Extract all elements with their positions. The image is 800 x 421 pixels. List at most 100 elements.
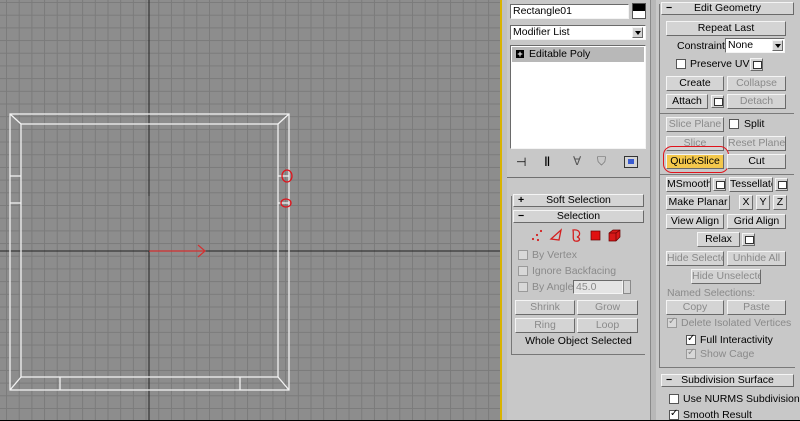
planar-y-button[interactable]: Y — [756, 195, 770, 210]
constraints-arrow-icon[interactable] — [772, 40, 783, 51]
by-angle-label: By Angle: — [532, 281, 577, 293]
subdivision-surface-rollout[interactable]: − Subdivision Surface — [661, 374, 794, 387]
soft-selection-rollout[interactable]: + Soft Selection — [513, 194, 644, 207]
attach-button[interactable]: Attach — [666, 94, 708, 109]
configure-modifier-sets-icon[interactable] — [624, 156, 638, 168]
viewport-canvas — [0, 0, 500, 420]
view-align-button[interactable]: View Align — [666, 214, 724, 229]
smooth-result-label: Smooth Result — [683, 409, 752, 421]
create-button[interactable]: Create — [666, 76, 724, 91]
show-cage-label: Show Cage — [700, 348, 755, 360]
divider — [660, 113, 794, 114]
full-interactivity-checkbox[interactable] — [686, 333, 696, 345]
viewport-top[interactable] — [0, 0, 500, 420]
divider — [660, 174, 794, 175]
relax-button[interactable]: Relax — [697, 232, 740, 247]
pin-stack-icon[interactable]: ⊣ — [516, 155, 526, 169]
by-vertex-checkbox[interactable] — [518, 250, 528, 260]
constraints-value: None — [728, 39, 754, 51]
edit-geometry-panel: − Edit Geometry Repeat Last Constraints:… — [656, 0, 800, 421]
repeat-last-button[interactable]: Repeat Last — [666, 21, 786, 36]
selection-status-text: Whole Object Selected — [525, 335, 632, 347]
make-planar-button[interactable]: Make Planar — [666, 195, 730, 210]
relax-settings-icon[interactable] — [742, 233, 755, 246]
grid-align-button[interactable]: Grid Align — [727, 214, 786, 229]
tessellate-button[interactable]: Tessellate — [729, 177, 773, 192]
rollout-collapse-icon: − — [666, 374, 673, 386]
split-checkbox[interactable] — [729, 119, 739, 129]
preserve-uvs-settings-icon[interactable] — [750, 58, 763, 71]
attach-list-icon[interactable] — [711, 95, 724, 108]
stack-item-label: Editable Poly — [529, 48, 591, 60]
named-selections-label: Named Selections: — [667, 287, 756, 299]
border-mode-icon[interactable] — [572, 229, 581, 242]
collapse-button[interactable]: Collapse — [727, 76, 786, 91]
rollout-collapse-icon: − — [518, 210, 525, 222]
rollout-collapse-icon: − — [666, 2, 673, 14]
full-interactivity-label: Full Interactivity — [700, 334, 773, 346]
slice-plane-button[interactable]: Slice Plane — [666, 117, 724, 132]
polygon-mode-icon[interactable] — [590, 230, 601, 241]
rollout-title: Selection — [556, 210, 601, 222]
delete-isolated-label: Delete Isolated Vertices — [681, 317, 792, 329]
hide-unselected-button[interactable]: Hide Unselected — [691, 269, 761, 284]
reset-plane-button[interactable]: Reset Plane — [727, 136, 786, 151]
rollout-frame-bottom — [659, 367, 795, 368]
modify-panel: Rectangle01 Modifier List + Editable Pol… — [507, 0, 650, 420]
loop-button[interactable]: Loop — [577, 318, 638, 333]
modifier-stack[interactable]: + Editable Poly — [510, 45, 646, 149]
stack-item-editable-poly[interactable]: + Editable Poly — [512, 47, 644, 62]
by-angle-spinner-arrows-icon[interactable] — [623, 280, 631, 294]
element-mode-icon[interactable] — [608, 229, 621, 242]
show-end-result-icon[interactable]: Ⅱ — [544, 154, 550, 170]
msmooth-settings-icon[interactable] — [713, 178, 726, 191]
viewport-divider — [500, 0, 507, 420]
selection-rollout[interactable]: − Selection — [513, 210, 644, 223]
vertex-mode-icon[interactable] — [531, 229, 543, 242]
object-color-swatch[interactable] — [632, 3, 646, 19]
divider — [507, 177, 650, 178]
msmooth-button[interactable]: MSmooth — [666, 177, 711, 192]
edit-geometry-rollout[interactable]: − Edit Geometry — [661, 2, 794, 15]
object-name-field[interactable]: Rectangle01 — [510, 4, 629, 19]
split-label: Split — [744, 118, 765, 130]
copy-button[interactable]: Copy — [666, 300, 724, 315]
by-vertex-label: By Vertex — [532, 249, 577, 261]
remove-modifier-icon[interactable]: ⛉ — [597, 154, 606, 169]
rollout-frame-bottom — [511, 354, 645, 355]
cut-button[interactable]: Cut — [727, 154, 786, 169]
paste-button[interactable]: Paste — [727, 300, 786, 315]
tessellate-settings-icon[interactable] — [775, 178, 788, 191]
planar-z-button[interactable]: Z — [773, 195, 787, 210]
hide-selected-button[interactable]: Hide Selected — [666, 251, 724, 266]
rollout-frame-left — [511, 196, 512, 354]
preserve-uvs-checkbox[interactable] — [676, 59, 686, 69]
show-cage-checkbox[interactable] — [686, 347, 696, 359]
delete-isolated-checkbox[interactable] — [667, 316, 677, 328]
expand-icon[interactable]: + — [516, 50, 524, 59]
modifier-list-dropdown[interactable]: Modifier List — [510, 25, 646, 40]
selection-mode-bar — [531, 228, 621, 242]
modifier-list-arrow-icon[interactable] — [632, 27, 643, 38]
ignore-backfacing-label: Ignore Backfacing — [532, 265, 617, 277]
rollout-title: Soft Selection — [546, 194, 611, 206]
use-nurms-checkbox[interactable] — [669, 394, 679, 404]
smooth-result-checkbox[interactable] — [669, 408, 679, 420]
pivot-gizmo[interactable] — [148, 196, 206, 258]
make-unique-icon[interactable]: ∀ — [573, 154, 581, 168]
unhide-all-button[interactable]: Unhide All — [727, 251, 786, 266]
ignore-backfacing-checkbox[interactable] — [518, 266, 528, 276]
ring-button[interactable]: Ring — [515, 318, 575, 333]
quickslice-highlight-annotation — [663, 146, 729, 173]
preserve-uvs-label: Preserve UVs — [690, 58, 755, 70]
use-nurms-label: Use NURMS Subdivision — [683, 393, 800, 405]
by-angle-spinner[interactable]: 45.0 — [573, 280, 623, 294]
rollout-frame-left — [659, 4, 660, 367]
detach-button[interactable]: Detach — [727, 94, 786, 109]
planar-x-button[interactable]: X — [739, 195, 753, 210]
grow-button[interactable]: Grow — [577, 300, 638, 315]
edge-mode-icon[interactable] — [549, 228, 563, 241]
shrink-button[interactable]: Shrink — [515, 300, 575, 315]
rollout-expand-icon: + — [518, 194, 525, 206]
by-angle-checkbox[interactable] — [518, 282, 528, 292]
